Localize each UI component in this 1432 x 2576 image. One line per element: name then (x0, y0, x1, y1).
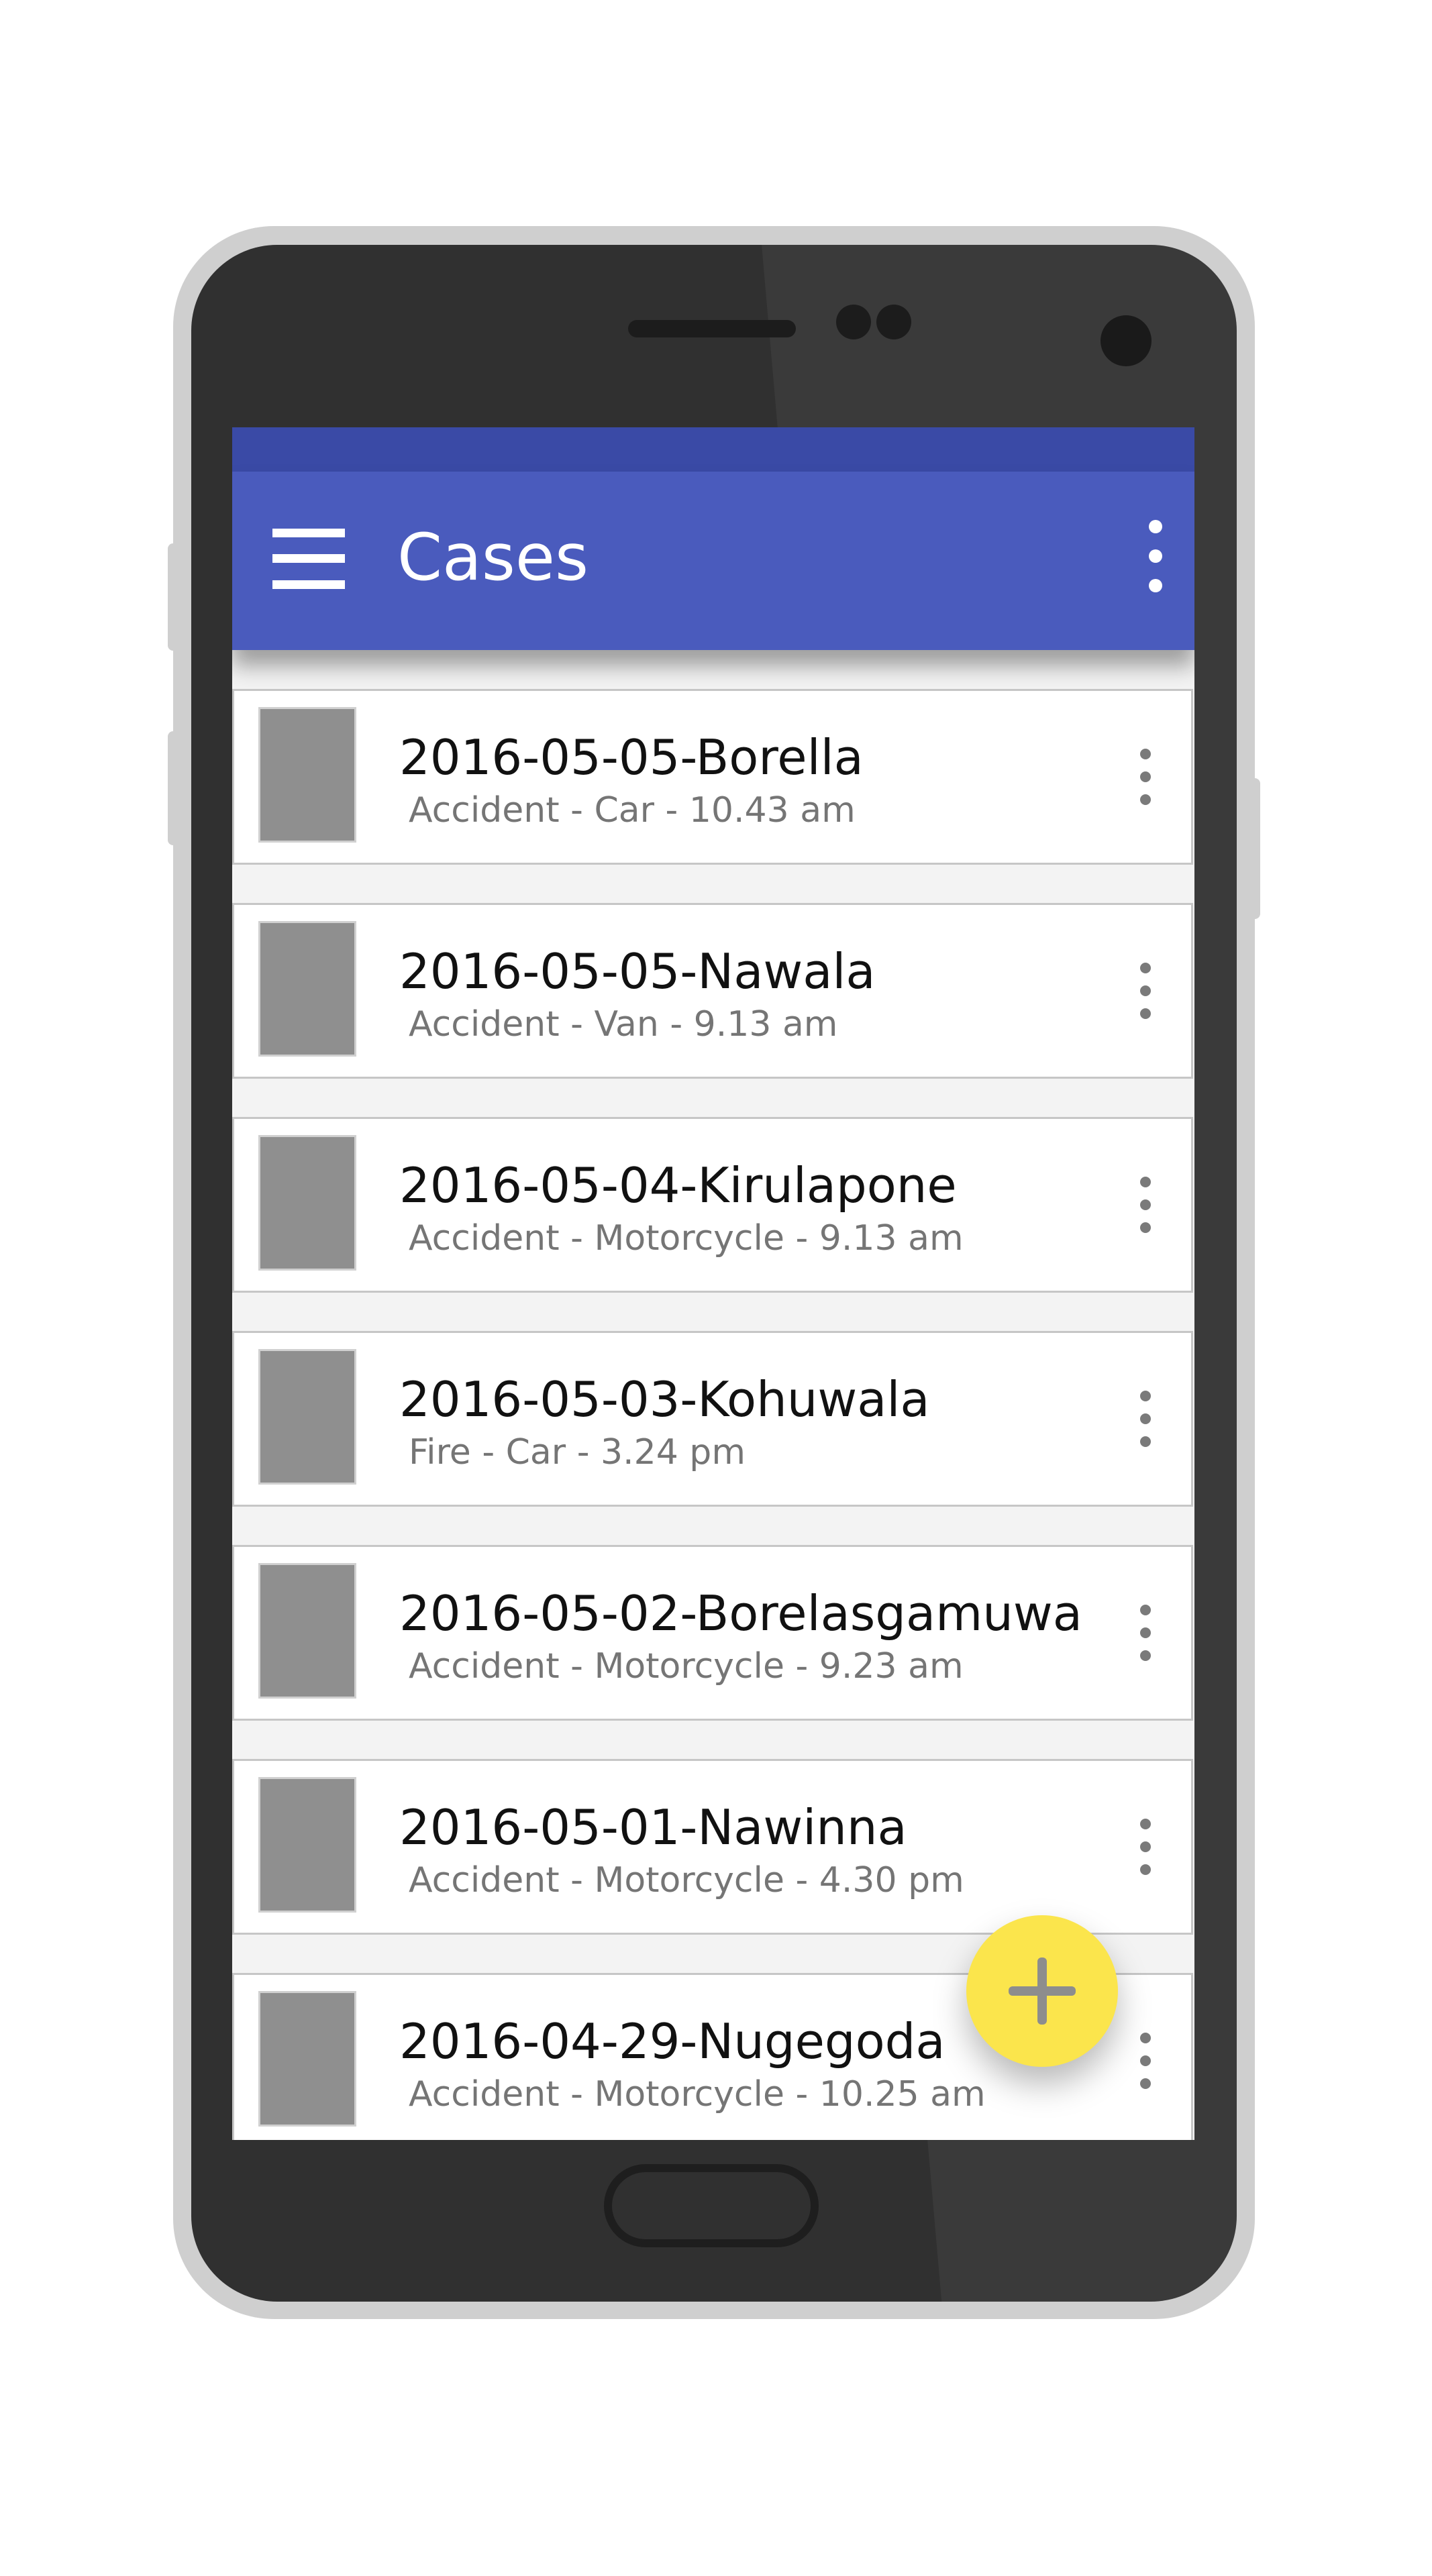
case-subtitle: Fire - Car - 3.24 pm (409, 1432, 746, 1472)
case-title: 2016-05-02-Borelasgamuwa (399, 1585, 1082, 1642)
more-vertical-icon[interactable] (1133, 963, 1158, 1020)
more-vertical-icon[interactable] (1133, 1391, 1158, 1448)
app-bar: Cases (232, 472, 1194, 650)
phone-screen: Cases 2016-05-05-Borella Accident - Car … (232, 427, 1194, 2140)
case-thumbnail (258, 1349, 356, 1485)
case-subtitle: Accident - Motorcycle - 10.25 am (409, 2074, 986, 2114)
more-vertical-icon[interactable] (1133, 749, 1158, 806)
case-subtitle: Accident - Motorcycle - 9.23 am (409, 1646, 964, 1686)
case-list-item[interactable]: 2016-05-05-Nawala Accident - Van - 9.13 … (232, 903, 1193, 1079)
page-title: Cases (397, 520, 589, 595)
case-list-item[interactable]: 2016-05-01-Nawinna Accident - Motorcycle… (232, 1759, 1193, 1935)
more-vertical-icon[interactable] (1133, 1819, 1158, 1876)
case-thumbnail (258, 921, 356, 1057)
case-title: 2016-05-03-Kohuwala (399, 1371, 930, 1428)
case-title: 2016-05-01-Nawinna (399, 1799, 907, 1856)
case-thumbnail (258, 1135, 356, 1271)
case-list-item[interactable]: 2016-05-02-Borelasgamuwa Accident - Moto… (232, 1545, 1193, 1721)
hamburger-menu-icon[interactable] (272, 529, 345, 589)
home-button[interactable] (604, 2164, 819, 2247)
case-subtitle: Accident - Motorcycle - 9.13 am (409, 1218, 964, 1258)
case-subtitle: Accident - Van - 9.13 am (409, 1004, 838, 1044)
status-bar (232, 427, 1194, 472)
case-title: 2016-05-05-Nawala (399, 943, 876, 1000)
case-title: 2016-05-05-Borella (399, 729, 864, 786)
case-thumbnail (258, 1563, 356, 1699)
more-vertical-icon[interactable] (1133, 1177, 1158, 1234)
more-vertical-icon[interactable] (1138, 520, 1172, 599)
case-title: 2016-05-04-Kirulapone (399, 1157, 957, 1214)
case-subtitle: Accident - Car - 10.43 am (409, 790, 856, 830)
proximity-sensor (836, 305, 871, 339)
case-thumbnail (258, 1991, 356, 2127)
more-vertical-icon[interactable] (1133, 1605, 1158, 1662)
case-list-item[interactable]: 2016-05-04-Kirulapone Accident - Motorcy… (232, 1117, 1193, 1293)
front-camera (1101, 315, 1152, 366)
add-case-button[interactable] (966, 1915, 1118, 2067)
case-list-item[interactable]: 2016-05-05-Borella Accident - Car - 10.4… (232, 689, 1193, 865)
earpiece-speaker (628, 320, 796, 337)
more-vertical-icon[interactable] (1133, 2033, 1158, 2090)
case-thumbnail (258, 707, 356, 843)
case-title: 2016-04-29-Nugegoda (399, 2013, 945, 2070)
case-subtitle: Accident - Motorcycle - 4.30 pm (409, 1860, 964, 1900)
light-sensor (876, 305, 911, 339)
case-thumbnail (258, 1777, 356, 1913)
case-list-item[interactable]: 2016-05-03-Kohuwala Fire - Car - 3.24 pm (232, 1331, 1193, 1507)
page: Cases 2016-05-05-Borella Accident - Car … (0, 0, 1432, 2576)
plus-icon (1037, 1957, 1047, 2025)
